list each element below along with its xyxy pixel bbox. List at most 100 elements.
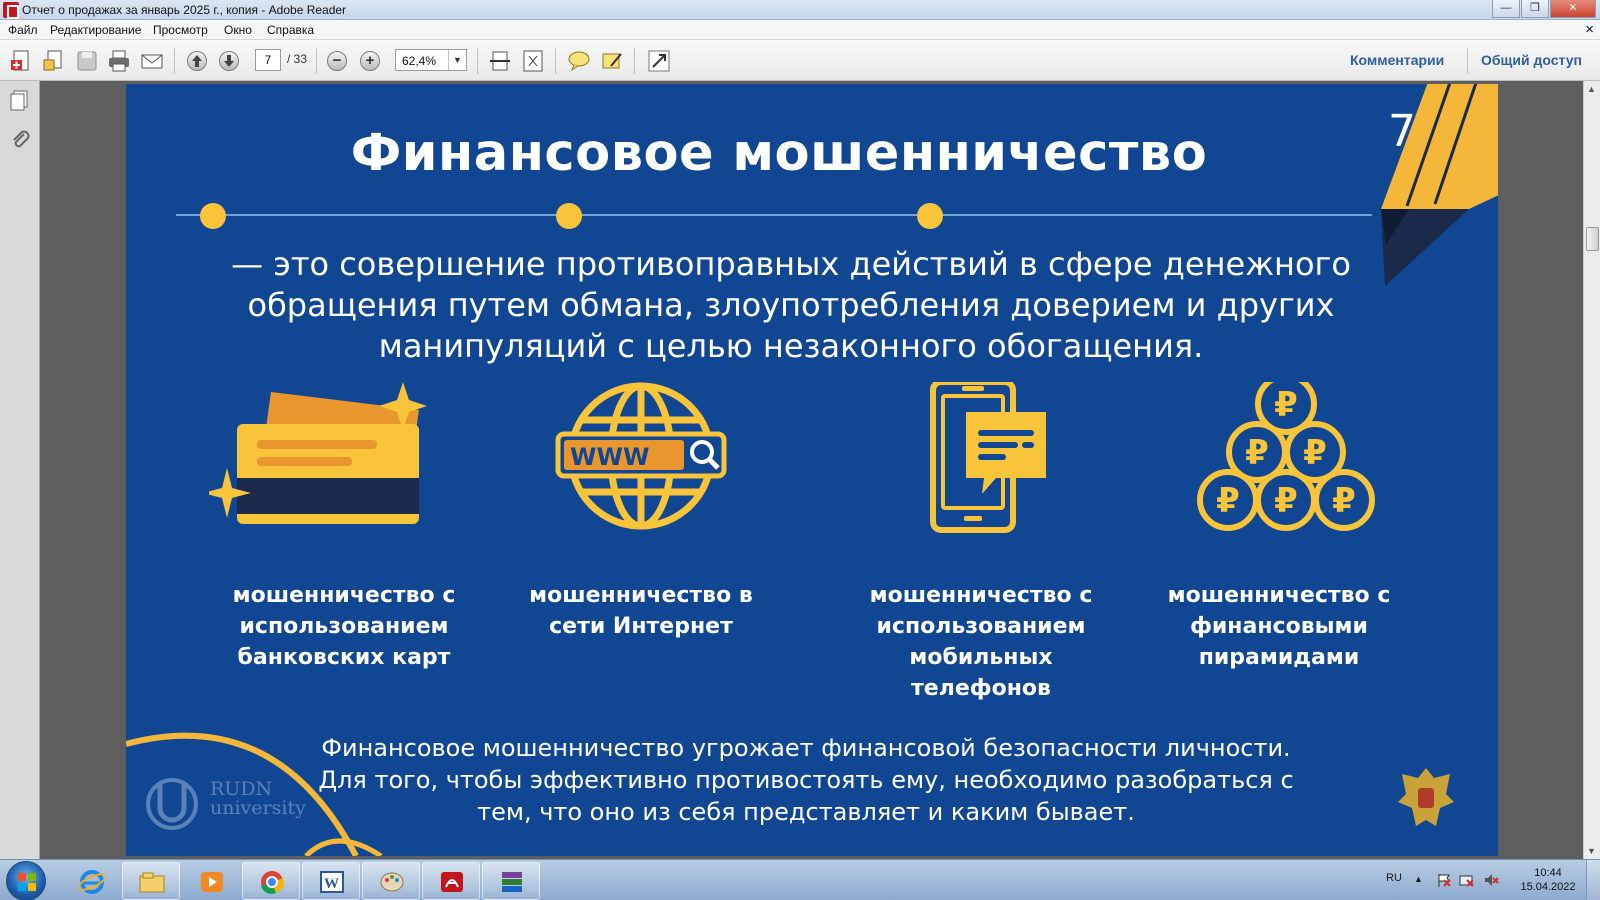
fraud-type-label: мошенничество в сети Интернет: [529, 583, 753, 639]
zoom-out-button[interactable]: −: [324, 48, 350, 74]
close-document-button[interactable]: ×: [1585, 21, 1594, 38]
winrar-icon: [502, 872, 522, 892]
ruble-symbol: ₽: [1216, 481, 1240, 521]
windows-taskbar: W RU ▲ 10:44 15.04.2022: [0, 859, 1600, 900]
taskbar-paint[interactable]: [362, 862, 420, 900]
timeline-dot: [200, 203, 226, 229]
menu-file[interactable]: Файл: [8, 23, 38, 37]
fit-page-button[interactable]: [520, 48, 546, 74]
windows-logo-icon: [18, 873, 36, 891]
taskbar-word[interactable]: W: [302, 862, 360, 900]
network-icon[interactable]: [1459, 872, 1475, 891]
show-desktop-button[interactable]: [1586, 860, 1600, 900]
tray-expand-arrow-icon[interactable]: ▲: [1414, 874, 1423, 884]
zoom-select[interactable]: 62,4% ▼: [395, 49, 467, 71]
menu-edit[interactable]: Редактирование: [50, 23, 141, 37]
taskbar-internet-explorer[interactable]: [62, 862, 120, 900]
rudn-logo-text: RUDN university: [210, 780, 306, 818]
page-total-label: / 33: [287, 52, 308, 66]
menu-window[interactable]: Окно: [224, 23, 252, 37]
comments-tab[interactable]: Комментарии: [1350, 52, 1444, 68]
add-comment-button[interactable]: [566, 48, 592, 74]
slide-title: Финансовое мошенничество: [350, 124, 1208, 183]
fraud-type-label: мошенничество с использованием мобильных…: [869, 583, 1093, 701]
toolbar-separator: [634, 48, 635, 74]
window-title: Отчет о продажах за январь 2025 г., копи…: [22, 3, 347, 17]
attachments-icon[interactable]: [9, 129, 31, 151]
fit-width-icon: [490, 51, 510, 71]
fit-width-button[interactable]: [487, 48, 513, 74]
print-button[interactable]: [106, 48, 132, 74]
maximize-button[interactable]: ❐: [1521, 0, 1549, 18]
zoom-in-button[interactable]: +: [357, 48, 383, 74]
create-pdf-icon: [11, 50, 29, 71]
page-thumbnails-icon[interactable]: [9, 89, 31, 111]
pdf-page: 7 Финансовое мошенничество — это соверше…: [126, 84, 1498, 856]
file-explorer-icon: [139, 872, 165, 893]
menu-help[interactable]: Справка: [267, 23, 314, 37]
window-title-bar: Отчет о продажах за январь 2025 г., копи…: [0, 0, 1600, 20]
envelope-icon: [141, 54, 163, 69]
share-tab[interactable]: Общий доступ: [1481, 52, 1582, 68]
volume-muted-icon[interactable]: [1483, 872, 1499, 891]
adobe-reader-app-icon: [3, 2, 19, 19]
system-clock[interactable]: 10:44 15.04.2022: [1513, 866, 1583, 894]
fraud-type-mobile: мошенничество с использованием мобильных…: [846, 379, 1116, 704]
save-button[interactable]: [74, 48, 100, 74]
next-page-button[interactable]: [216, 48, 242, 74]
chrome-icon: [261, 871, 284, 894]
scroll-up-arrow-icon[interactable]: ▲: [1587, 84, 1596, 94]
rudn-university-logo: RUDN university: [142, 774, 312, 832]
ruble-symbol: ₽: [1245, 433, 1269, 473]
action-center-flag-icon[interactable]: [1436, 872, 1452, 891]
save-icon: [77, 51, 97, 71]
chevron-down-icon[interactable]: ▼: [448, 50, 466, 70]
highlight-button[interactable]: [599, 48, 625, 74]
arrow-up-icon: [187, 51, 207, 71]
taskbar-chrome[interactable]: [242, 862, 300, 900]
taskbar-winrar[interactable]: [482, 862, 540, 900]
rudn-logo-line2: university: [210, 797, 306, 819]
ruble-symbol: ₽: [1274, 481, 1298, 521]
svg-text:W: W: [324, 876, 339, 892]
page-number-input[interactable]: 7: [255, 49, 281, 71]
taskbar-adobe-reader[interactable]: [422, 862, 480, 900]
pencil-decoration: [1381, 84, 1498, 286]
highlighter-icon: [602, 53, 622, 69]
paint-icon: [380, 872, 404, 892]
menu-bar: Файл Редактирование Просмотр Окно Справк…: [0, 20, 1600, 40]
fraud-type-label: мошенничество с финансовыми пирамидами: [1167, 583, 1391, 670]
mobile-phone-message-icon: [846, 379, 1116, 552]
coat-of-arms-emblem: [1394, 764, 1458, 832]
scrollbar-thumb[interactable]: [1586, 227, 1599, 251]
ruble-symbol: ₽: [1303, 433, 1327, 473]
previous-page-button[interactable]: [184, 48, 210, 74]
definition-text: — это совершение противоправных действий…: [231, 245, 1351, 365]
taskbar-media-player[interactable]: [182, 862, 240, 900]
toolbar-separator: [555, 48, 556, 74]
arrow-down-icon: [219, 51, 239, 71]
fit-page-icon: [523, 50, 543, 72]
open-file-icon: [43, 50, 62, 71]
expand-icon: [648, 50, 670, 72]
email-button[interactable]: [139, 48, 165, 74]
fraud-type-pyramids: ₽ ₽ ₽ ₽ ₽ ₽ мошенничество с финансовыми …: [1144, 373, 1414, 673]
language-indicator[interactable]: RU: [1386, 872, 1402, 884]
expand-button[interactable]: [646, 48, 672, 74]
navigation-panel: [0, 81, 40, 859]
scroll-down-arrow-icon[interactable]: ▼: [1587, 846, 1596, 856]
comment-bubble-icon: [568, 51, 590, 72]
vertical-scrollbar[interactable]: ▲ ▼: [1583, 81, 1600, 859]
ruble-symbol: ₽: [1332, 481, 1356, 521]
fraud-type-bank-cards: мошенничество с использованием банковски…: [203, 382, 479, 673]
fraud-type-label: мошенничество с использованием банковски…: [232, 583, 456, 670]
plus-icon: +: [360, 51, 380, 71]
start-button[interactable]: [6, 861, 46, 900]
menu-view[interactable]: Просмотр: [153, 23, 208, 37]
taskbar-file-explorer[interactable]: [122, 862, 180, 900]
zoom-value: 62,4%: [402, 54, 437, 68]
close-button[interactable]: ✕: [1550, 0, 1596, 18]
minimize-button[interactable]: —: [1492, 0, 1520, 18]
create-pdf-button[interactable]: [8, 48, 34, 74]
open-file-button[interactable]: [41, 48, 67, 74]
